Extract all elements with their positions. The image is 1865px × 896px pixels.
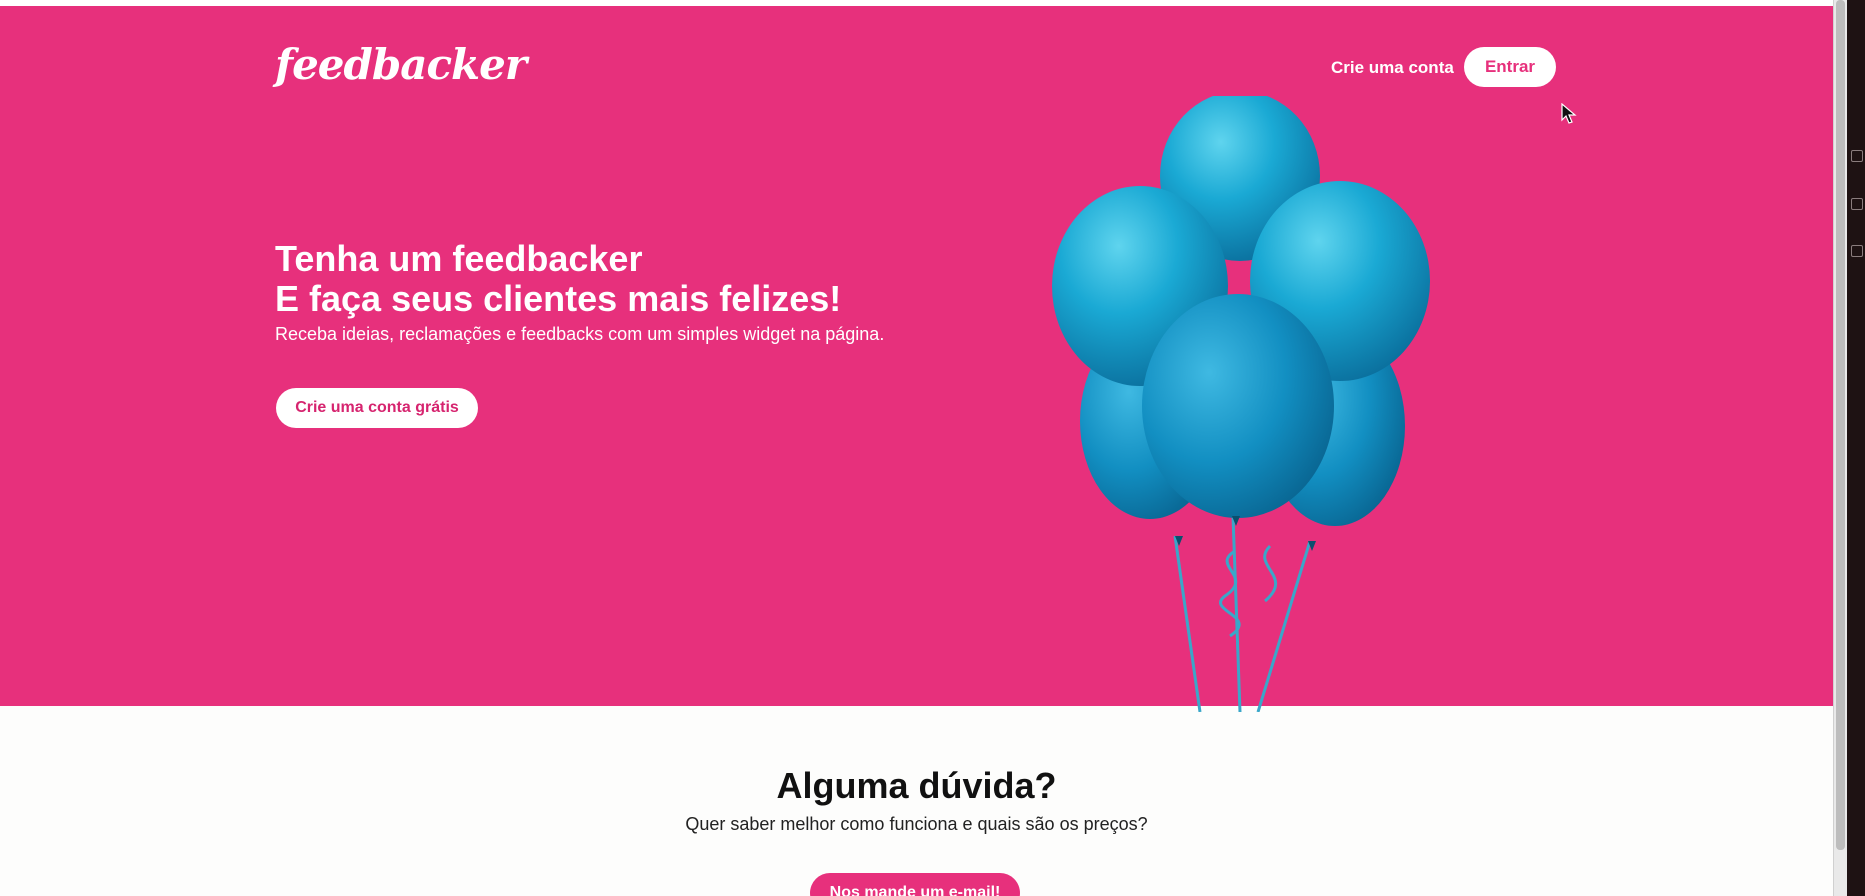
extension-icon[interactable] [1851,198,1863,210]
faq-subtitle: Quer saber melhor como funciona e quais … [685,814,1148,834]
scrollbar-thumb[interactable] [1836,0,1845,850]
faq-title: Alguma dúvida? [776,765,1057,806]
vertical-scrollbar[interactable] [1833,0,1847,896]
hero-subtitle: Receba ideias, reclamações e feedbacks c… [275,324,885,344]
hero-headline-line1: Tenha um feedbacker [275,238,643,279]
balloon [1142,294,1334,518]
nav-signup-link[interactable]: Crie uma conta [1331,58,1454,78]
settings-icon[interactable] [1851,150,1863,162]
send-email-button[interactable]: Nos mande um e-mail! [810,873,1020,896]
create-free-account-button[interactable]: Crie uma conta grátis [276,388,478,428]
side-panel [1847,0,1865,896]
balloons-illustration [1052,96,1430,712]
hero-section: feedbacker Crie uma conta Entrar Tenha u… [0,6,1833,712]
browser-viewport: feedbacker Crie uma conta Entrar Tenha u… [0,0,1833,896]
balloon-strings [1173,515,1312,712]
login-button[interactable]: Entrar [1464,47,1556,87]
hero-headline-line2: E faça seus clientes mais felizes! [275,278,842,319]
layout-icon[interactable] [1851,245,1863,257]
brand-logo[interactable]: feedbacker [275,40,527,89]
mouse-pointer-icon [1561,103,1577,124]
